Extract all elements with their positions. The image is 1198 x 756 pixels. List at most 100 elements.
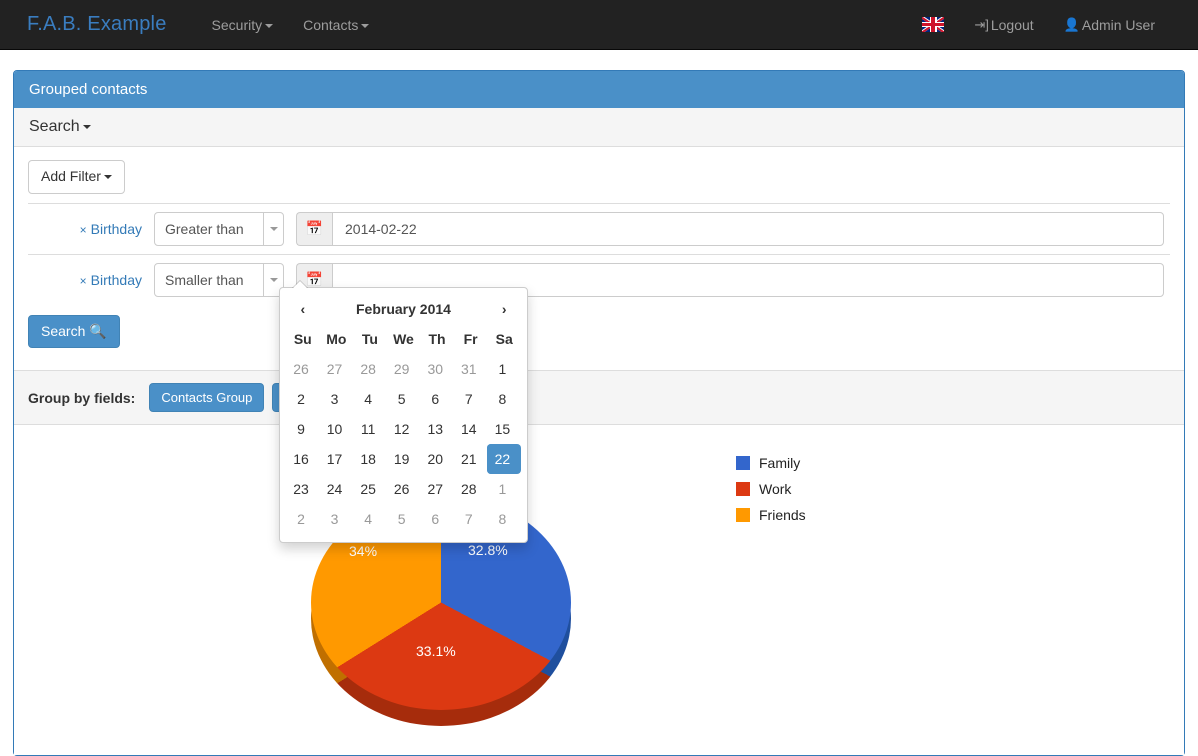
search-button[interactable]: Search 🔍 [28, 314, 120, 349]
datepicker-day-9[interactable]: 9 [286, 414, 320, 444]
datepicker-day-7[interactable]: 7 [454, 384, 488, 414]
filter-operator-select-1[interactable]: Smaller than [154, 262, 284, 297]
datepicker-day-label: 10 [326, 421, 343, 437]
datepicker-day-label: 21 [461, 451, 477, 467]
add-filter-button[interactable]: Add Filter [28, 160, 125, 194]
remove-filter-birthday-0[interactable]: × Birthday [80, 221, 142, 237]
pie-slice-label-family: 32.8% [468, 542, 508, 559]
datepicker-prev-button[interactable]: ‹ [286, 294, 320, 324]
filter-remove-cell-0: × Birthday [28, 202, 148, 255]
datepicker-day-29[interactable]: 29 [387, 354, 421, 384]
datepicker-day-27[interactable]: 27 [420, 474, 454, 504]
datepicker-day-30[interactable]: 30 [420, 354, 454, 384]
datepicker-week-row: 2 3 4 5 6 7 8 [286, 504, 521, 534]
calendar-icon-button-0[interactable]: 📅 [296, 211, 332, 246]
datepicker-day-16[interactable]: 16 [286, 444, 320, 474]
datepicker-day-27[interactable]: 27 [320, 354, 354, 384]
datepicker-week-row: 23 24 25 26 27 28 1 [286, 474, 521, 504]
datepicker-next-button[interactable]: › [487, 294, 521, 324]
datepicker-day-label: 28 [461, 481, 477, 497]
datepicker-day-3[interactable]: 3 [320, 504, 354, 534]
user-menu[interactable]: 👤 Admin User [1049, 0, 1170, 50]
datepicker-day-20[interactable]: 20 [420, 444, 454, 474]
chevron-down-icon [269, 277, 278, 282]
chevron-down-icon [269, 226, 278, 231]
datepicker-day-18[interactable]: 18 [353, 444, 387, 474]
datepicker-day-5[interactable]: 5 [387, 384, 421, 414]
search-toggle-bar[interactable]: Search [14, 108, 1184, 147]
datepicker-day-14[interactable]: 14 [454, 414, 488, 444]
datepicker-day-6[interactable]: 6 [420, 504, 454, 534]
filter-operator-select-0[interactable]: Greater than [154, 211, 284, 246]
datepicker-day-15[interactable]: 15 [487, 414, 521, 444]
date-input-0[interactable] [332, 211, 1164, 246]
datepicker-month-title[interactable]: February 2014 [320, 294, 488, 324]
close-icon: × [79, 273, 87, 288]
datepicker-day-28[interactable]: 28 [353, 354, 387, 384]
datepicker-day-label: 30 [427, 361, 444, 377]
datepicker-day-label: 6 [431, 511, 440, 527]
datepicker-day-8[interactable]: 8 [487, 504, 521, 534]
calendar-icon: 📅 [305, 220, 324, 237]
datepicker-day-28[interactable]: 28 [454, 474, 488, 504]
datepicker-day-3[interactable]: 3 [320, 384, 354, 414]
filter-body: Add Filter × Birthday Greater than 📅 201… [14, 147, 1184, 371]
datepicker-day-label: 19 [393, 451, 410, 467]
datepicker-day-label: 13 [427, 421, 444, 437]
datepicker-weekday-row: Su Mo Tu We Th Fr Sa [286, 324, 521, 354]
legend-label-friends: Friends [759, 507, 806, 524]
datepicker-day-5[interactable]: 5 [387, 504, 421, 534]
chevron-down-icon [82, 124, 91, 129]
datepicker-day-2[interactable]: 2 [286, 384, 320, 414]
datepicker-day-12[interactable]: 12 [387, 414, 421, 444]
nav-item-security-label: Security [211, 16, 263, 33]
datepicker-day-1[interactable]: 1 [487, 474, 521, 504]
datepicker-day-17[interactable]: 17 [320, 444, 354, 474]
weekday-fr: Fr [463, 331, 478, 347]
datepicker-day-21[interactable]: 21 [454, 444, 488, 474]
datepicker-day-4[interactable]: 4 [353, 384, 387, 414]
datepicker-day-label: 12 [393, 421, 410, 437]
legend-item-friends[interactable]: Friends [736, 507, 806, 523]
datepicker-day-8[interactable]: 8 [487, 384, 521, 414]
add-filter-row: Add Filter [28, 160, 1170, 194]
datepicker-day-label: 24 [326, 481, 343, 497]
weekday-sa: Sa [495, 331, 513, 347]
datepicker-day-2[interactable]: 2 [286, 504, 320, 534]
datepicker-day-22-selected[interactable]: 22 [487, 444, 521, 474]
datepicker-day-24[interactable]: 24 [320, 474, 354, 504]
datepicker-day-25[interactable]: 25 [353, 474, 387, 504]
datepicker-nav-row: ‹ February 2014 › [286, 294, 521, 324]
filters-table: ×Birthday Greater than 📅 ×B [28, 202, 1170, 305]
datepicker-day-26[interactable]: 26 [286, 354, 320, 384]
select-dropdown-arrow[interactable] [263, 212, 283, 245]
logout-button[interactable]: ⇥] Logout [959, 0, 1048, 50]
language-selector[interactable] [907, 17, 959, 32]
datepicker-day-label: 20 [427, 451, 444, 467]
datepicker-header: ‹ February 2014 › Su Mo Tu We Th Fr Sa [286, 294, 521, 354]
group-by-contacts-group-button[interactable]: Contacts Group [149, 383, 265, 413]
datepicker-day-13[interactable]: 13 [420, 414, 454, 444]
datepicker-day-19[interactable]: 19 [387, 444, 421, 474]
datepicker-day-10[interactable]: 10 [320, 414, 354, 444]
datepicker-day-11[interactable]: 11 [353, 414, 387, 444]
legend-swatch-family [736, 456, 750, 471]
weekday-mo: Mo [326, 331, 347, 347]
datepicker-day-23[interactable]: 23 [286, 474, 320, 504]
datepicker-day-31[interactable]: 31 [454, 354, 488, 384]
datepicker-day-6[interactable]: 6 [420, 384, 454, 414]
legend-item-work[interactable]: Work [736, 481, 806, 497]
weekday-tu: Tu [361, 331, 378, 347]
datepicker-day-label: 11 [360, 421, 376, 437]
datepicker-day-1[interactable]: 1 [487, 354, 521, 384]
search-button-row: Search 🔍 [28, 305, 1170, 363]
remove-filter-birthday-1[interactable]: × Birthday [80, 272, 142, 288]
datepicker-day-7[interactable]: 7 [454, 504, 488, 534]
nav-item-contacts[interactable]: Contacts [288, 0, 384, 50]
datepicker-day-4[interactable]: 4 [353, 504, 387, 534]
legend-item-family[interactable]: Family [736, 455, 806, 471]
datepicker-day-label: 6 [431, 391, 440, 407]
brand-logo[interactable]: F.A.B. Example [27, 13, 167, 36]
nav-item-security[interactable]: Security [197, 0, 289, 50]
datepicker-day-26[interactable]: 26 [387, 474, 421, 504]
